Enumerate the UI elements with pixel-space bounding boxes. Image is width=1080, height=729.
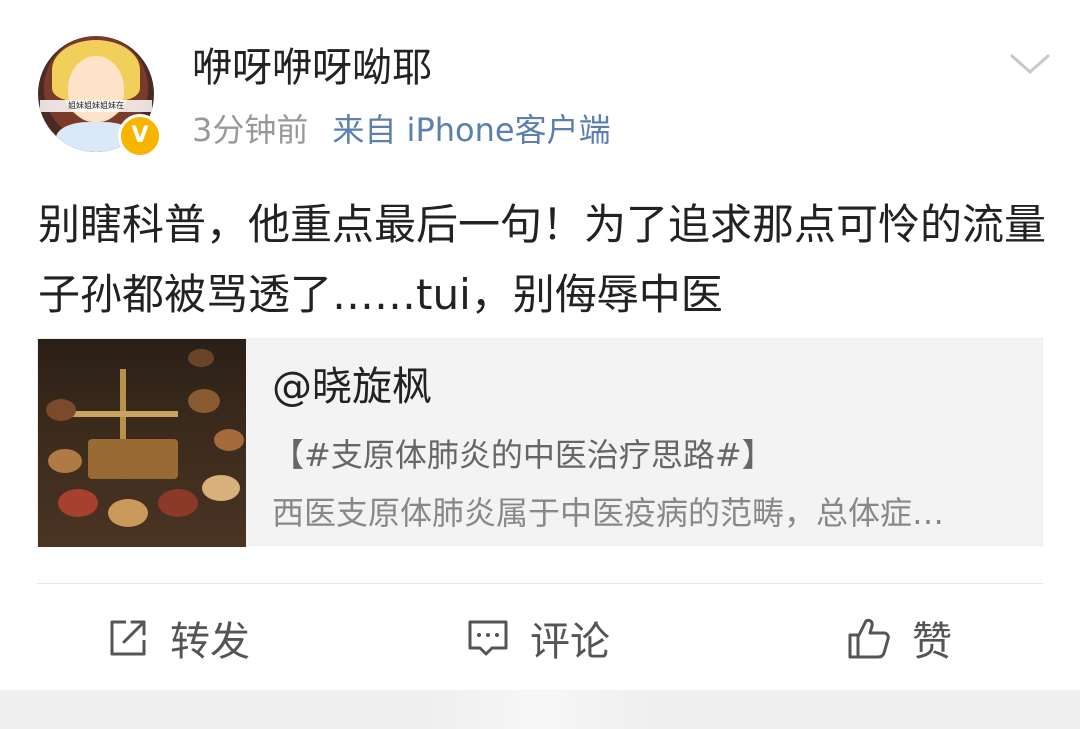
post-meta: 3分钟前 来自 iPhone客户端 <box>192 108 611 152</box>
comment-label: 评论 <box>530 619 610 665</box>
like-button[interactable]: 赞 <box>846 608 952 668</box>
feed-separator <box>0 690 1080 729</box>
repost-card[interactable]: @晓旋枫 【#支原体肺炎的中医治疗思路#】 西医支原体肺炎属于中医疫病的范畴，总… <box>37 338 1043 547</box>
repost-label: 转发 <box>170 619 250 665</box>
repost-topic[interactable]: 【#支原体肺炎的中医治疗思路#】 <box>272 433 774 477</box>
comment-button[interactable]: 评论 <box>466 608 610 668</box>
avatar-banner-text: 姐妹姐妹姐妹在 <box>40 100 152 112</box>
username[interactable]: 咿呀咿呀呦耶 <box>192 40 432 96</box>
repost-excerpt: 西医支原体肺炎属于中医疫病的范畴，总体症… <box>272 494 945 532</box>
post-text: 别瞎科普，他重点最后一句！为了追求那点可怜的流量子孙都被骂透了……tui，别侮辱… <box>38 200 1047 319</box>
repost-button[interactable]: 转发 <box>106 608 250 668</box>
repost-thumbnail <box>38 339 246 547</box>
repost-icon <box>110 620 146 656</box>
like-icon <box>848 618 890 659</box>
weibo-post: 姐妹姐妹姐妹在 V 咿呀咿呀呦耶 3分钟前 来自 iPhone客户端 别瞎科普，他… <box>0 0 1080 690</box>
verified-icon: V <box>118 114 162 158</box>
post-source[interactable]: 来自 iPhone客户端 <box>332 111 610 149</box>
divider <box>37 583 1043 584</box>
comment-icon <box>468 620 508 656</box>
chevron-down-icon[interactable] <box>1010 44 1050 84</box>
repost-author[interactable]: @晓旋枫 <box>272 361 432 413</box>
like-label: 赞 <box>912 619 952 665</box>
post-time: 3分钟前 <box>192 111 309 149</box>
